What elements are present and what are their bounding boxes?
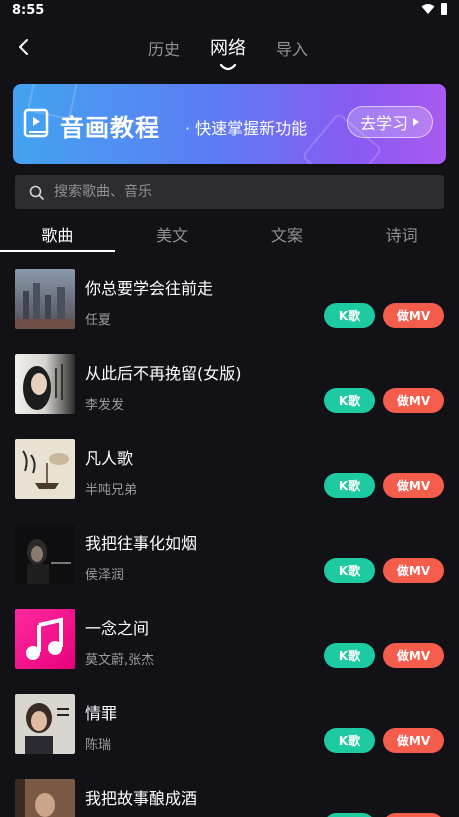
make-mv-button-label: 做MV [396,649,431,663]
song-title: 情罪 [85,704,118,723]
make-mv-button[interactable]: 做MV [383,558,444,583]
album-cover [15,609,75,669]
tab-songs[interactable]: 歌曲 [0,218,115,252]
karaoke-button-label: K歌 [338,564,361,578]
song-title: 我把往事化如烟 [85,534,198,553]
search-input[interactable] [52,183,436,201]
category-tabs: 歌曲 美文 文案 诗词 [0,218,459,252]
song-artist: 陈瑞 [85,738,112,753]
back-arrow-icon[interactable] [14,36,36,58]
learn-button[interactable]: 去学习 [347,106,433,138]
album-cover [15,694,75,754]
album-cover [15,439,75,499]
tab-history[interactable]: 历史 [148,36,180,62]
karaoke-button[interactable]: K歌 [324,303,375,328]
song-item[interactable]: 凡人歌 半吨兄弟 K歌 做MV [0,423,459,508]
album-cover [15,779,75,817]
song-artist: 侯泽润 [85,568,125,583]
search-bar[interactable] [15,175,444,209]
karaoke-button[interactable]: K歌 [324,643,375,668]
karaoke-button-label: K歌 [338,734,361,748]
play-triangle-icon [413,118,419,126]
album-cover [15,269,75,329]
make-mv-button[interactable]: 做MV [383,473,444,498]
tab-network-label: 网络 [210,38,247,59]
karaoke-button[interactable]: K歌 [324,813,375,817]
battery-icon [441,3,447,15]
learn-button-label: 去学习 [359,114,408,133]
karaoke-button[interactable]: K歌 [324,473,375,498]
banner-subtitle: · 快速掌握新功能 [185,119,308,138]
make-mv-button-label: 做MV [396,394,431,408]
song-item[interactable]: 我把往事化如烟 侯泽润 K歌 做MV [0,508,459,593]
song-list: 你总要学会往前走 任夏 K歌 做MV 从此后不再挽留(女版) 李发发 K歌 做M… [0,253,459,817]
song-title: 我把故事酿成酒 [85,789,198,808]
tab-essays[interactable]: 美文 [115,218,230,252]
song-item[interactable]: 情罪 陈瑞 K歌 做MV [0,678,459,763]
tutorial-banner[interactable]: 音画教程 · 快速掌握新功能 去学习 [13,84,446,164]
tab-copywriting[interactable]: 文案 [230,218,345,252]
music-note-icon [26,617,63,660]
song-item[interactable]: 一念之间 莫文蔚,张杰 K歌 做MV [0,593,459,678]
tab-import[interactable]: 导入 [276,36,308,62]
make-mv-button[interactable]: 做MV [383,303,444,328]
song-artist: 李发发 [85,398,125,413]
make-mv-button[interactable]: 做MV [383,813,444,817]
karaoke-button-label: K歌 [338,394,361,408]
karaoke-button-label: K歌 [338,309,361,323]
make-mv-button[interactable]: 做MV [383,643,444,668]
banner-title: 音画教程 [60,114,160,142]
active-tab-indicator-icon [219,64,237,71]
song-title: 凡人歌 [85,449,134,468]
make-mv-button[interactable]: 做MV [383,728,444,753]
song-title: 一念之间 [85,619,150,638]
karaoke-button-label: K歌 [338,479,361,493]
tab-poems[interactable]: 诗词 [344,218,459,252]
song-title: 你总要学会往前走 [85,279,214,298]
song-item[interactable]: 你总要学会往前走 任夏 K歌 做MV [0,253,459,338]
song-artist: 任夏 [85,313,112,328]
song-artist: 莫文蔚,张杰 [85,653,155,668]
tab-network[interactable]: 网络 [210,34,247,71]
karaoke-button[interactable]: K歌 [324,728,375,753]
status-time: 8:55 [12,3,45,18]
song-title: 从此后不再挽留(女版) [85,364,242,383]
status-bar: 8:55 [0,0,459,22]
song-artist: 半吨兄弟 [85,483,138,498]
album-cover [15,354,75,414]
wifi-icon [421,4,435,14]
make-mv-button-label: 做MV [396,309,431,323]
karaoke-button[interactable]: K歌 [324,558,375,583]
karaoke-button-label: K歌 [338,649,361,663]
book-play-icon [23,108,49,138]
make-mv-button-label: 做MV [396,564,431,578]
song-item[interactable]: 从此后不再挽留(女版) 李发发 K歌 做MV [0,338,459,423]
make-mv-button-label: 做MV [396,479,431,493]
top-nav: 历史 网络 导入 [0,30,459,71]
song-item[interactable]: 我把故事酿成酒 K歌 做MV [0,763,459,817]
album-cover [15,524,75,584]
make-mv-button[interactable]: 做MV [383,388,444,413]
karaoke-button[interactable]: K歌 [324,388,375,413]
search-icon [29,185,44,200]
make-mv-button-label: 做MV [396,734,431,748]
